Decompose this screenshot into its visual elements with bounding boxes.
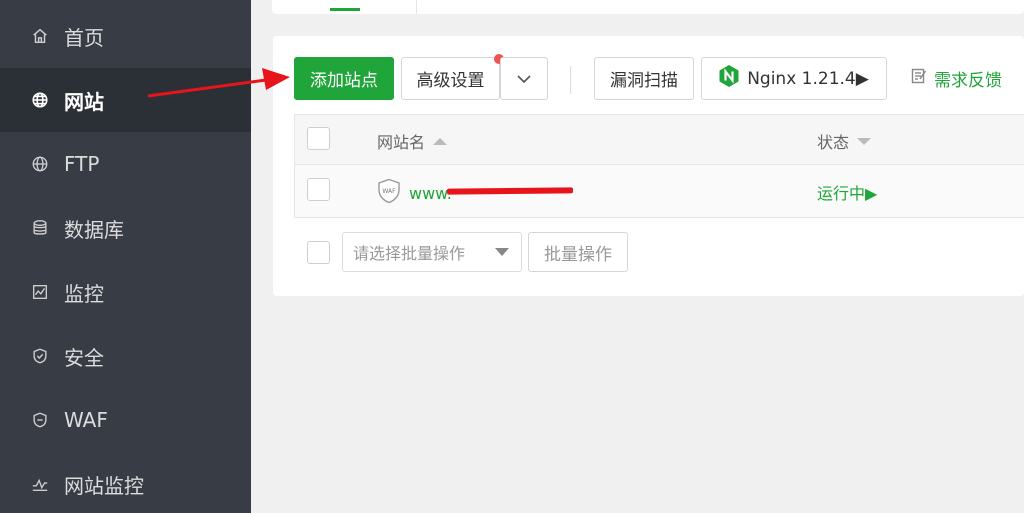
column-header-status[interactable]: 状态 xyxy=(817,129,872,153)
shield-icon xyxy=(30,346,50,366)
select-all-checkbox[interactable] xyxy=(307,127,330,150)
waf-shield-icon: WAF xyxy=(377,178,409,208)
database-icon xyxy=(30,218,50,238)
sidebar-item-label: WAF xyxy=(64,408,108,432)
batch-select-checkbox[interactable] xyxy=(307,241,330,264)
add-site-button[interactable]: 添加站点 xyxy=(294,57,394,100)
toolbar-divider xyxy=(570,66,571,94)
column-header-site-name[interactable]: 网站名 xyxy=(377,129,448,153)
globe-icon xyxy=(30,90,50,110)
batch-apply-button[interactable]: 批量操作 xyxy=(528,232,628,272)
caret-down-icon xyxy=(495,248,509,256)
top-tab-bar xyxy=(272,0,1024,14)
sidebar-item-website[interactable]: 网站 xyxy=(0,68,251,132)
sidebar-item-label: 数据库 xyxy=(64,217,124,242)
advanced-settings-dropdown-button[interactable] xyxy=(500,57,548,100)
sidebar-item-home[interactable]: 首页 xyxy=(0,4,251,68)
chevron-down-icon xyxy=(516,69,532,89)
site-table: 网站名 状态 WAF www. 运行中▶ xyxy=(294,114,1024,218)
table-row: WAF www. 运行中▶ xyxy=(295,165,1024,217)
advanced-settings-button[interactable]: 高级设置 xyxy=(401,57,500,100)
site-status-toggle[interactable]: 运行中▶ xyxy=(817,180,877,204)
batch-select-placeholder: 请选择批量操作 xyxy=(353,244,466,263)
feedback-label: 需求反馈 xyxy=(934,70,1002,91)
row-checkbox[interactable] xyxy=(307,178,330,201)
column-header-label: 状态 xyxy=(817,133,850,152)
nginx-version-button[interactable]: Nginx 1.21.4▶ xyxy=(701,57,887,100)
ftp-globe-icon xyxy=(30,154,50,174)
batch-operation-select[interactable]: 请选择批量操作 xyxy=(342,232,522,272)
active-tab-indicator xyxy=(330,8,360,11)
edit-note-icon xyxy=(910,67,934,90)
tab-separator xyxy=(416,0,417,14)
nginx-logo-icon xyxy=(719,65,747,92)
home-icon xyxy=(30,26,50,46)
sort-desc-icon xyxy=(857,137,872,145)
line-chart-icon xyxy=(30,474,50,494)
vuln-scan-button[interactable]: 漏洞扫描 xyxy=(594,57,694,100)
sidebar-item-waf[interactable]: WAF xyxy=(0,388,251,452)
nginx-version-label: Nginx 1.21.4▶ xyxy=(747,68,869,89)
site-name-link[interactable]: WAF www. xyxy=(377,178,452,208)
site-domain-text: www. xyxy=(409,183,452,203)
sidebar-item-label: 监控 xyxy=(64,281,104,306)
sidebar-item-database[interactable]: 数据库 xyxy=(0,196,251,260)
sidebar-item-label: 网站监控 xyxy=(64,473,144,498)
sidebar-item-security[interactable]: 安全 xyxy=(0,324,251,388)
sidebar-item-ftp[interactable]: FTP xyxy=(0,132,251,196)
sidebar-item-monitor[interactable]: 监控 xyxy=(0,260,251,324)
sidebar-item-label: 首页 xyxy=(64,25,104,50)
waf-shield-icon xyxy=(30,410,50,430)
redaction-mark xyxy=(446,187,574,195)
monitor-chart-icon xyxy=(30,282,50,302)
sort-asc-icon xyxy=(433,137,448,145)
sidebar-item-site-monitor[interactable]: 网站监控 xyxy=(0,452,251,513)
column-header-label: 网站名 xyxy=(377,133,426,152)
sidebar: 首页 网站 FTP 数据库 监控 安全 WAF 网站监控 xyxy=(0,0,251,513)
svg-text:WAF: WAF xyxy=(382,188,396,195)
table-header: 网站名 状态 xyxy=(295,115,1024,165)
feedback-link[interactable]: 需求反馈 xyxy=(910,66,1002,91)
sidebar-item-label: 网站 xyxy=(64,89,104,114)
sidebar-item-label: FTP xyxy=(64,152,100,176)
sidebar-item-label: 安全 xyxy=(64,345,104,370)
